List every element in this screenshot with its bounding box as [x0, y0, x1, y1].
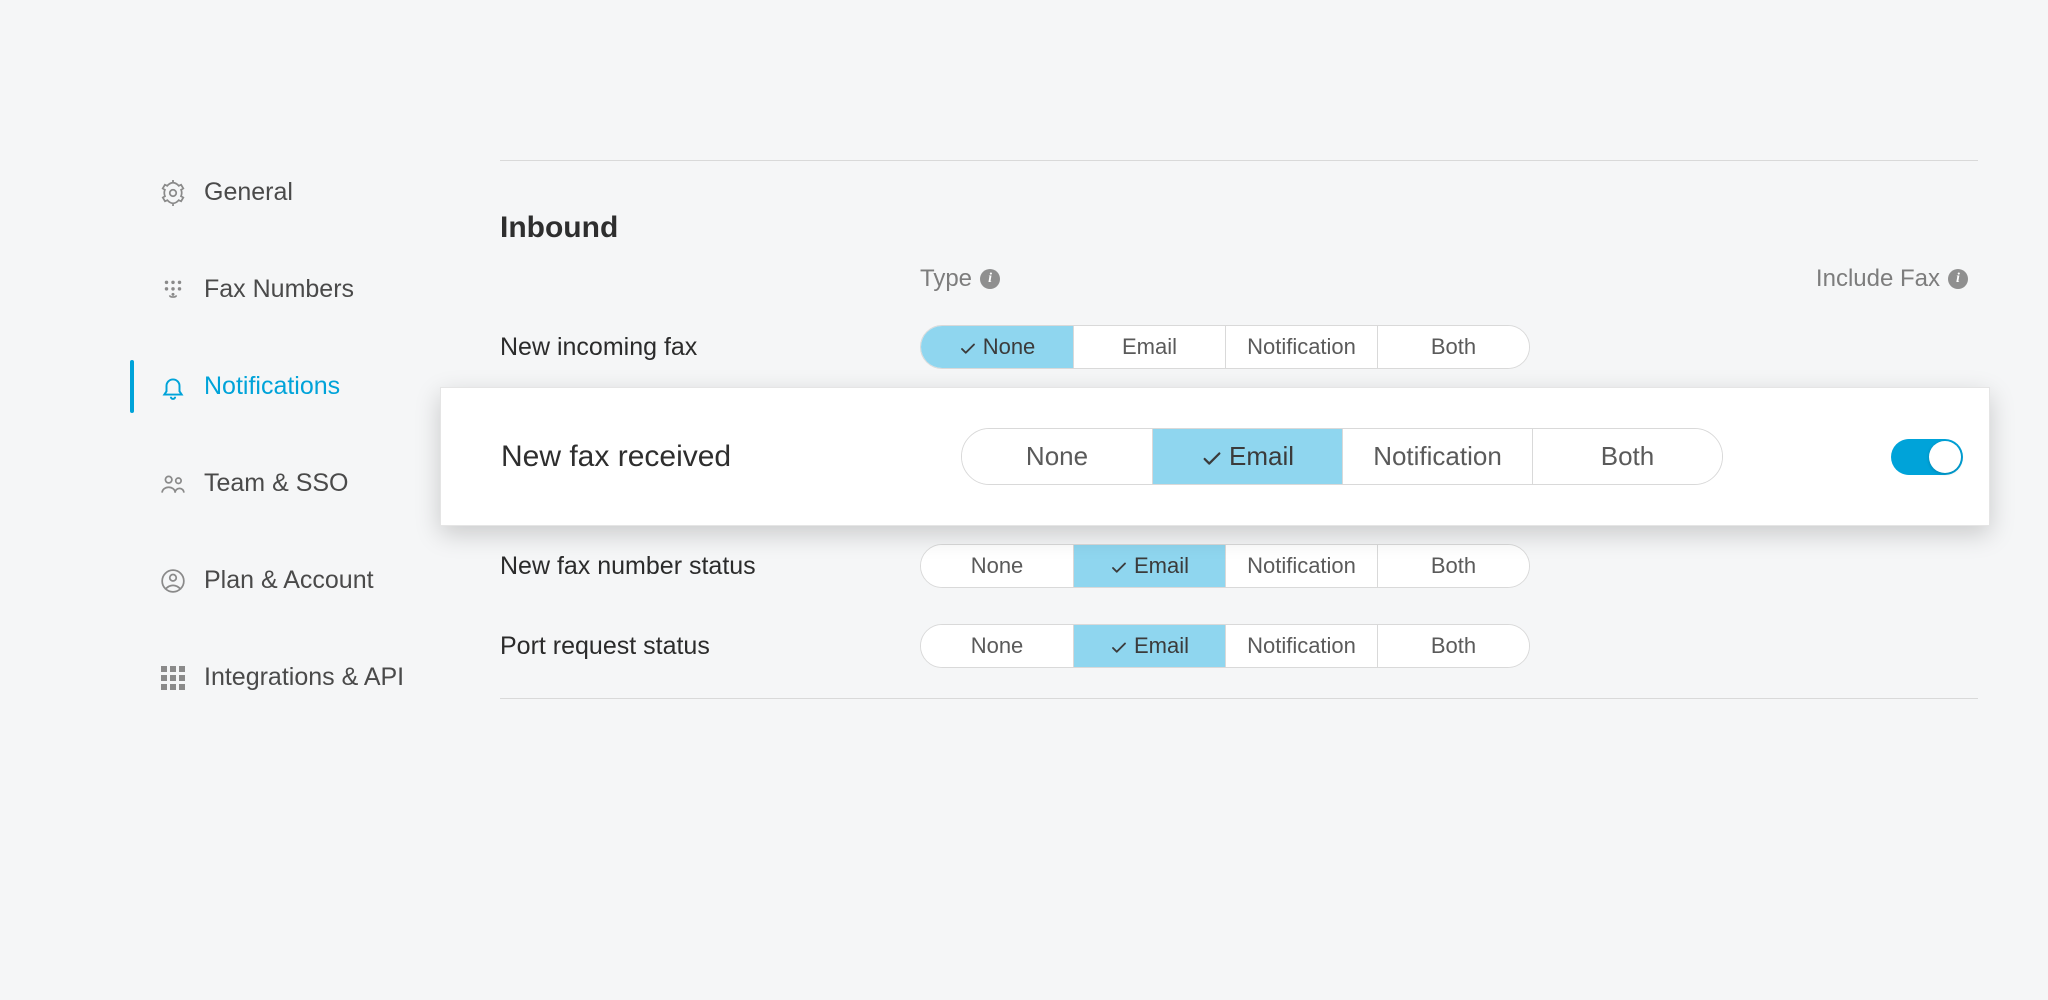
segment-both[interactable]: Both	[1377, 326, 1529, 368]
inbound-table: Type i Include Fax i New incoming fax No…	[500, 259, 1978, 686]
segment-email[interactable]: Email	[1073, 545, 1225, 587]
divider	[500, 698, 1978, 699]
setting-label: New fax number status	[500, 552, 920, 581]
account-circle-icon	[160, 568, 186, 594]
info-icon[interactable]: i	[1948, 269, 1968, 289]
divider	[500, 160, 1978, 161]
main-content: Inbound Type i Include Fax i New incomin…	[500, 160, 2048, 710]
segment-both[interactable]: Both	[1377, 625, 1529, 667]
info-icon[interactable]: i	[980, 269, 1000, 289]
setting-label: New fax received	[501, 440, 961, 474]
sidebar-item-general[interactable]: General	[130, 160, 500, 225]
gear-icon	[160, 180, 186, 206]
check-icon	[1201, 446, 1223, 468]
check-icon	[1110, 637, 1128, 655]
segment-none[interactable]: None	[962, 429, 1152, 484]
segment-notification[interactable]: Notification	[1225, 326, 1377, 368]
sidebar-item-label: Fax Numbers	[204, 275, 354, 304]
type-segmented-control: None Email Notification Both	[961, 428, 1723, 485]
segment-none[interactable]: None	[921, 545, 1073, 587]
setting-label: New incoming fax	[500, 333, 920, 362]
sidebar-item-fax-numbers[interactable]: Fax Numbers	[130, 257, 500, 322]
sidebar-item-plan-account[interactable]: Plan & Account	[130, 548, 500, 613]
type-column-header: Type i	[920, 265, 1590, 293]
people-icon	[160, 471, 186, 497]
settings-app: General Fax Numbers Notifications	[0, 0, 2048, 710]
segment-notification[interactable]: Notification	[1225, 545, 1377, 587]
segment-both[interactable]: Both	[1532, 429, 1722, 484]
segment-email[interactable]: Email	[1073, 326, 1225, 368]
check-icon	[959, 338, 977, 356]
check-icon	[1110, 557, 1128, 575]
sidebar-item-label: Integrations & API	[204, 663, 404, 692]
segment-email[interactable]: Email	[1073, 625, 1225, 667]
dialpad-icon	[160, 277, 186, 303]
segment-both[interactable]: Both	[1377, 545, 1529, 587]
segment-none[interactable]: None	[921, 326, 1073, 368]
bell-icon	[160, 374, 186, 400]
sidebar-item-label: Plan & Account	[204, 566, 374, 595]
type-segmented-control: None Email Notification Both	[920, 544, 1530, 588]
table-header: Type i Include Fax i	[500, 259, 1978, 307]
include-fax-column-header: Include Fax i	[1816, 265, 1968, 293]
segment-email[interactable]: Email	[1152, 429, 1342, 484]
segment-notification[interactable]: Notification	[1225, 625, 1377, 667]
type-segmented-control: None Email Notification Both	[920, 325, 1530, 369]
segment-none[interactable]: None	[921, 625, 1073, 667]
setting-row-new-fax-received: New fax received None Email Notification…	[440, 387, 1990, 526]
include-fax-toggle[interactable]	[1891, 439, 1963, 475]
setting-row-port-request-status: Port request status None Email Notificat…	[500, 606, 1978, 686]
section-title-inbound: Inbound	[500, 211, 1978, 245]
toggle-knob	[1929, 441, 1961, 473]
sidebar-item-label: Team & SSO	[204, 469, 349, 498]
type-segmented-control: None Email Notification Both	[920, 624, 1530, 668]
sidebar-item-label: General	[204, 178, 293, 207]
setting-row-new-fax-number-status: New fax number status None Email Notific…	[500, 526, 1978, 606]
segment-notification[interactable]: Notification	[1342, 429, 1532, 484]
apps-grid-icon	[160, 665, 186, 691]
setting-label: Port request status	[500, 632, 920, 661]
sidebar-item-label: Notifications	[204, 372, 340, 401]
sidebar-item-integrations-api[interactable]: Integrations & API	[130, 645, 500, 710]
setting-row-new-incoming-fax: New incoming fax None Email Notification…	[500, 307, 1978, 387]
